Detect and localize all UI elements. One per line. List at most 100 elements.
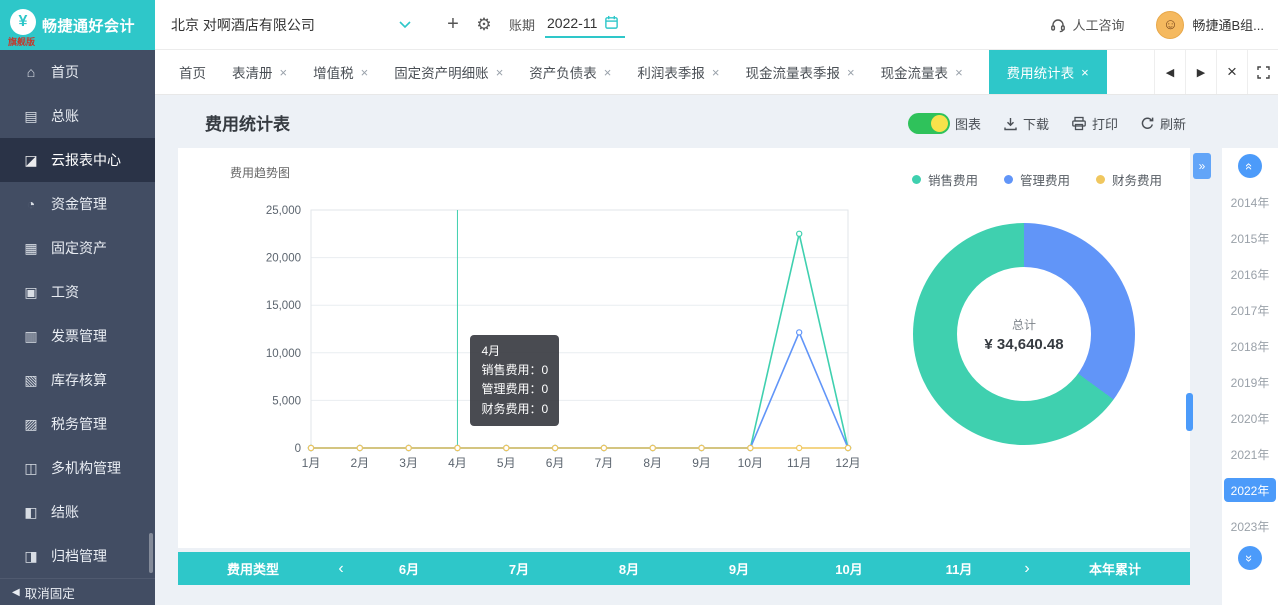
- year-item[interactable]: 2023年: [1231, 508, 1270, 544]
- close-tab-icon[interactable]: ×: [712, 65, 720, 80]
- expand-panel-button[interactable]: »: [1193, 153, 1211, 179]
- chart-tools: 图表 下载 打印 刷新: [908, 113, 1186, 134]
- unpin-sidebar-button[interactable]: ◀ 取消固定: [0, 578, 155, 605]
- gear-icon[interactable]: ⚙: [471, 15, 497, 35]
- avatar[interactable]: ☺: [1156, 11, 1184, 39]
- fullscreen-button[interactable]: [1247, 50, 1278, 94]
- ledger-icon: ▤: [22, 108, 40, 125]
- sidebar-item-label: 多机构管理: [51, 458, 121, 478]
- svg-text:5,000: 5,000: [272, 395, 301, 407]
- legend-item-sales[interactable]: 销售费用: [912, 170, 978, 189]
- company-selector[interactable]: 北京 对啊酒店有限公司: [171, 15, 411, 35]
- tab-expense-statistics[interactable]: 费用统计表 ×: [989, 50, 1107, 94]
- year-item[interactable]: 2018年: [1231, 328, 1270, 364]
- close-tab-icon[interactable]: ×: [955, 65, 963, 80]
- svg-text:15,000: 15,000: [266, 300, 301, 312]
- column-month: 11月: [904, 559, 1014, 578]
- tab-label: 现金流量表季报: [745, 62, 840, 82]
- close-tab-icon[interactable]: ×: [280, 65, 288, 80]
- refresh-button[interactable]: 刷新: [1140, 114, 1186, 133]
- tab-label: 固定资产明细账: [394, 62, 489, 82]
- tab-label: 增值税: [313, 62, 354, 82]
- prev-months-button[interactable]: ‹: [328, 560, 354, 578]
- add-button[interactable]: +: [441, 13, 465, 36]
- user-name[interactable]: 畅捷通B组...: [1192, 15, 1264, 34]
- close-tab-icon[interactable]: ×: [1081, 65, 1089, 80]
- sidebar-item-label: 总账: [51, 106, 79, 126]
- year-item[interactable]: 2016年: [1231, 256, 1270, 292]
- year-item-selected[interactable]: 2022年: [1224, 478, 1277, 502]
- years-down-button[interactable]: »: [1238, 546, 1262, 570]
- expense-table-header: 费用类型 ‹ 6月 7月 8月 9月 10月 11月 › 本年累计: [178, 552, 1190, 585]
- year-item[interactable]: 2021年: [1231, 436, 1270, 472]
- tabs-prev-button[interactable]: ◀: [1154, 50, 1185, 94]
- sidebar-item-salary[interactable]: ▣ 工资: [0, 270, 155, 314]
- year-item[interactable]: 2015年: [1231, 220, 1270, 256]
- unpin-icon: ◀: [12, 587, 20, 598]
- sidebar-item-inventory-accounting[interactable]: ▧ 库存核算: [0, 358, 155, 402]
- fullscreen-icon: [1257, 66, 1270, 79]
- chart-toggle[interactable]: 图表: [908, 113, 981, 134]
- scrollbar-thumb[interactable]: [1186, 393, 1193, 431]
- sidebar-item-archive-management[interactable]: ◨ 归档管理: [0, 534, 155, 578]
- download-icon: [1003, 116, 1018, 131]
- sidebar-item-cloud-report-center[interactable]: ◪ 云报表中心: [0, 138, 155, 182]
- year-item[interactable]: 2014年: [1231, 184, 1270, 220]
- legend-item-admin[interactable]: 管理费用: [1004, 170, 1070, 189]
- svg-text:3月: 3月: [399, 456, 418, 470]
- tab-cashflow-quarterly[interactable]: 现金流量表季报 ×: [745, 50, 854, 94]
- close-all-tabs-button[interactable]: ×: [1216, 50, 1247, 94]
- tooltip-line: 财务费用：0: [481, 400, 548, 419]
- app-name: 畅捷通好会计: [42, 15, 135, 36]
- tab-vat[interactable]: 增值税 ×: [313, 50, 368, 94]
- sidebar-item-invoice-management[interactable]: ▥ 发票管理: [0, 314, 155, 358]
- sidebar-item-label: 云报表中心: [51, 150, 121, 170]
- tooltip-line: 4月: [481, 342, 548, 361]
- chevron-up-icon: «: [1242, 162, 1257, 169]
- tab-report-list[interactable]: 表清册 ×: [232, 50, 287, 94]
- sidebar-item-fund-management[interactable]: ◔ 资金管理: [0, 182, 155, 226]
- sidebar-item-label: 库存核算: [51, 370, 107, 390]
- year-item[interactable]: 2019年: [1231, 364, 1270, 400]
- next-months-button[interactable]: ›: [1014, 560, 1040, 578]
- help-button[interactable]: 人工咨询: [1050, 15, 1124, 34]
- close-tab-icon[interactable]: ×: [496, 65, 504, 80]
- header-right: 人工咨询 ☺ 畅捷通B组...: [1050, 11, 1278, 39]
- years-up-button[interactable]: «: [1238, 154, 1262, 178]
- svg-text:7月: 7月: [595, 456, 614, 470]
- svg-text:2月: 2月: [350, 456, 369, 470]
- refresh-icon: [1140, 116, 1155, 131]
- toggle-switch[interactable]: [908, 113, 950, 134]
- close-tab-icon[interactable]: ×: [847, 65, 855, 80]
- download-button[interactable]: 下载: [1003, 114, 1049, 133]
- app-logo: ¥ 畅捷通好会计 旗舰版: [0, 0, 155, 50]
- svg-text:4月: 4月: [448, 456, 467, 470]
- period-field[interactable]: 2022-11: [545, 12, 625, 38]
- sidebar-item-general-ledger[interactable]: ▤ 总账: [0, 94, 155, 138]
- tab-cashflow[interactable]: 现金流量表 ×: [881, 50, 963, 94]
- svg-text:10,000: 10,000: [266, 348, 301, 360]
- inventory-icon: ▧: [22, 372, 40, 389]
- expense-chart-panel: 费用趋势图 销售费用 管理费用 财务费用 05,00010,00015,0002…: [178, 148, 1190, 548]
- year-item[interactable]: 2020年: [1231, 400, 1270, 436]
- year-item[interactable]: 2017年: [1231, 292, 1270, 328]
- legend-item-finance[interactable]: 财务费用: [1096, 170, 1162, 189]
- close-tab-icon[interactable]: ×: [604, 65, 612, 80]
- sidebar-item-home[interactable]: ⌂ 首页: [0, 50, 155, 94]
- tab-home[interactable]: 首页: [179, 50, 206, 94]
- sidebar-scrollbar[interactable]: [149, 533, 153, 573]
- period-value: 2022-11: [547, 15, 597, 31]
- sidebar-item-tax-management[interactable]: ▨ 税务管理: [0, 402, 155, 446]
- tabs-next-button[interactable]: ▶: [1185, 50, 1216, 94]
- close-tab-icon[interactable]: ×: [361, 65, 369, 80]
- tab-profit-quarterly[interactable]: 利润表季报 ×: [637, 50, 719, 94]
- year-list: 2014年 2015年 2016年 2017年 2018年 2019年 2020…: [1224, 184, 1277, 544]
- print-button[interactable]: 打印: [1071, 114, 1118, 133]
- sidebar-item-fixed-assets[interactable]: ▦ 固定资产: [0, 226, 155, 270]
- tab-balance-sheet[interactable]: 资产负债表 ×: [529, 50, 611, 94]
- sidebar-item-multi-org-management[interactable]: ◫ 多机构管理: [0, 446, 155, 490]
- tab-label: 利润表季报: [637, 62, 705, 82]
- sidebar-item-closing[interactable]: ◧ 结账: [0, 490, 155, 534]
- tab-fixed-asset-detail[interactable]: 固定资产明细账 ×: [394, 50, 503, 94]
- donut-chart[interactable]: 总计 ¥ 34,640.48: [913, 223, 1135, 445]
